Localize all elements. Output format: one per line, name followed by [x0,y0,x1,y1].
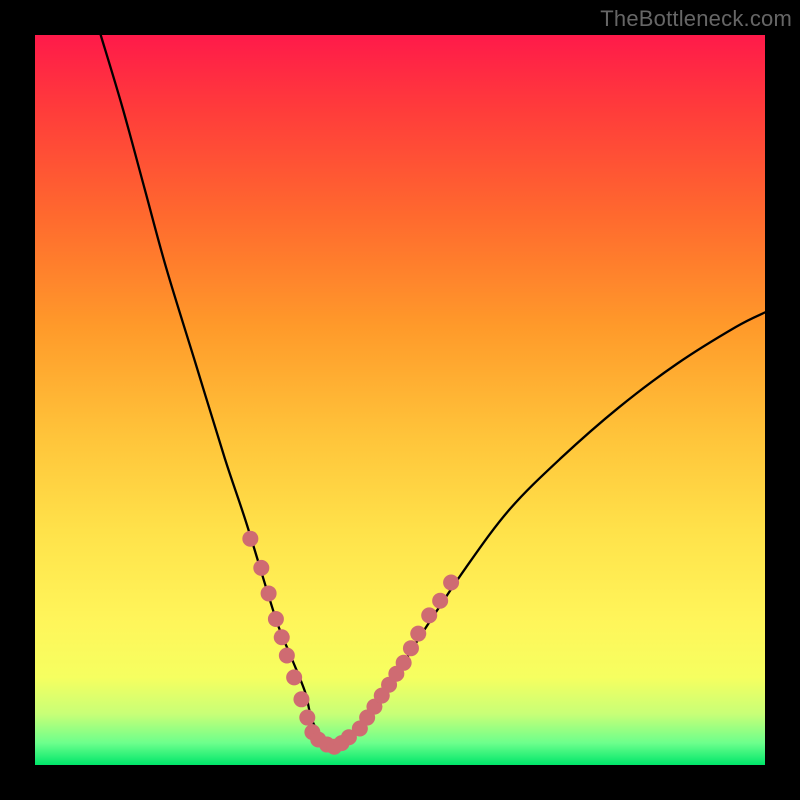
marker-dot [279,648,295,664]
marker-dot [293,691,309,707]
marker-dot [242,531,258,547]
curve-line [101,35,765,745]
marker-dot [443,575,459,591]
marker-dot [396,655,412,671]
plot-area [35,35,765,765]
chart-svg [35,35,765,765]
marker-dot [403,640,419,656]
chart-canvas: TheBottleneck.com [0,0,800,800]
marker-dot [253,560,269,576]
marker-dot [274,629,290,645]
marker-dot [432,593,448,609]
marker-dot [410,626,426,642]
marker-dot [268,611,284,627]
highlight-dots [242,531,459,755]
marker-dot [421,607,437,623]
bottleneck-curve [101,35,765,745]
marker-dot [299,710,315,726]
marker-dot [261,585,277,601]
watermark-label: TheBottleneck.com [600,6,792,32]
marker-dot [286,669,302,685]
